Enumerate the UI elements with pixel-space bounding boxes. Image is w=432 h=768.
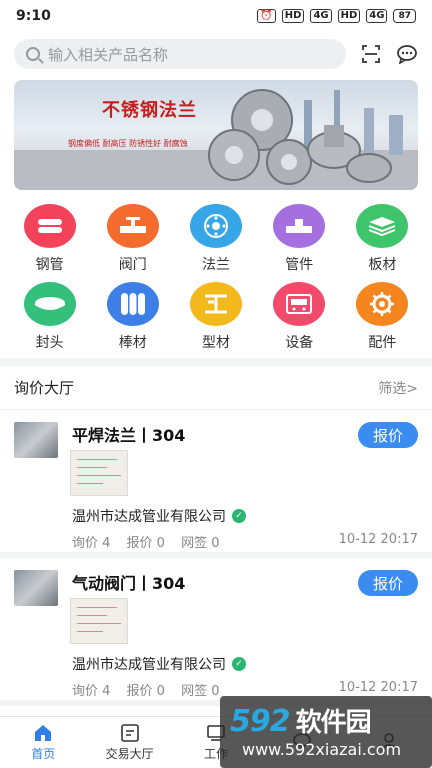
category-item[interactable]: 法兰	[174, 202, 257, 280]
company-name: 温州市达成管业有限公司	[72, 657, 226, 673]
status-icons: ⏰ HD 4G HD 4G 87	[257, 9, 416, 23]
inquiry-section: 询价大厅 筛选> 平焊法兰丨304 报价 温州市达成管业有限公司 ✓ 询价 4 …	[0, 366, 432, 716]
equipment-icon	[273, 282, 326, 326]
product-thumbnail	[14, 570, 58, 606]
product-thumbnail	[14, 422, 58, 458]
category-label: 管件	[285, 257, 314, 273]
category-item[interactable]: 钢管	[8, 202, 91, 280]
category-item[interactable]: 板材	[341, 202, 424, 280]
banner-title: 不锈钢法兰	[102, 100, 197, 121]
trade-icon	[120, 723, 139, 742]
quote-button[interactable]: 报价	[358, 422, 418, 448]
category-label: 型材	[201, 335, 230, 351]
category-label: 封头	[35, 335, 64, 351]
banner-art	[14, 89, 418, 190]
head-icon	[23, 282, 76, 326]
card-title: 平焊法兰丨304	[72, 426, 186, 445]
card-meta: 询价 4 报价 0 网签 0 10-12 20:17	[72, 532, 418, 551]
category-label: 钢管	[35, 257, 64, 273]
verified-icon: ✓	[232, 509, 246, 523]
inquiry-count: 询价 4	[72, 684, 111, 699]
company-row: 温州市达成管业有限公司 ✓	[72, 506, 246, 526]
search-icon	[26, 47, 40, 61]
category-item[interactable]: 型材	[174, 280, 257, 358]
alarm-icon: ⏰	[257, 9, 276, 23]
company-name: 温州市达成管业有限公司	[72, 509, 226, 525]
bar-icon	[106, 282, 159, 326]
category-label: 板材	[368, 257, 397, 273]
sign-count: 网签 0	[181, 684, 220, 699]
watermark-logo: 592 软件园	[230, 702, 372, 739]
valve-icon	[106, 204, 159, 248]
tab-home[interactable]: 首页	[0, 717, 86, 768]
banner-features: 钢度偏低 耐高压 防锈性好 耐腐蚀	[68, 139, 188, 148]
card-title: 气动阀门丨304	[72, 574, 186, 593]
category-item[interactable]: 棒材	[91, 280, 174, 358]
chat-icon[interactable]	[396, 43, 418, 65]
fitting-icon	[273, 204, 326, 248]
category-label: 棒材	[118, 335, 147, 351]
inquiry-document-image[interactable]	[70, 450, 128, 496]
verified-icon: ✓	[232, 657, 246, 671]
inquiry-card[interactable]: 气动阀门丨304 报价 温州市达成管业有限公司 ✓ 询价 4 报价 0 网签 0…	[0, 558, 432, 706]
category-item[interactable]: 配件	[341, 280, 424, 358]
home-icon	[35, 724, 52, 741]
search-placeholder: 输入相关产品名称	[48, 45, 169, 64]
flange-icon	[189, 204, 242, 248]
status-time: 9:10	[16, 8, 51, 24]
watermark-url: www.592xiazai.com	[242, 740, 402, 759]
category-item[interactable]: 设备	[258, 280, 341, 358]
sign-count: 网签 0	[181, 536, 220, 551]
inquiry-count: 询价 4	[72, 536, 111, 551]
top-bar: 输入相关产品名称	[0, 32, 432, 76]
inquiry-document-image[interactable]	[70, 598, 128, 644]
company-row: 温州市达成管业有限公司 ✓	[72, 654, 246, 674]
category-grid: 钢管 阀门 法兰 管件 板材 封头 棒材 型材 设备 配件	[0, 198, 432, 358]
watermark-overlay: 592 软件园 www.592xiazai.com	[220, 696, 432, 768]
tab-trade[interactable]: 交易大厅	[86, 717, 172, 768]
profile-icon	[189, 282, 242, 326]
category-label: 阀门	[118, 257, 147, 273]
card-date: 10-12 20:17	[338, 532, 418, 547]
quote-count: 报价 0	[126, 684, 165, 699]
battery-icon: 87	[393, 9, 416, 23]
category-item[interactable]: 阀门	[91, 202, 174, 280]
plate-icon	[356, 204, 409, 248]
hd-badge-2: HD	[337, 9, 361, 23]
gear-icon	[356, 282, 409, 326]
tab-label: 交易大厅	[105, 746, 154, 761]
inquiry-card[interactable]: 平焊法兰丨304 报价 温州市达成管业有限公司 ✓ 询价 4 报价 0 网签 0…	[0, 410, 432, 558]
category-label: 法兰	[201, 257, 230, 273]
watermark-logo-number: 592	[230, 704, 291, 739]
quote-count: 报价 0	[126, 536, 165, 551]
watermark-logo-text: 软件园	[295, 708, 372, 738]
hd-badge-1: HD	[281, 9, 305, 23]
filter-button[interactable]: 筛选>	[378, 378, 418, 398]
inquiry-header: 询价大厅 筛选>	[0, 366, 432, 410]
category-item[interactable]: 封头	[8, 280, 91, 358]
search-input[interactable]: 输入相关产品名称	[14, 39, 346, 69]
scan-icon[interactable]	[360, 43, 382, 65]
tab-label: 首页	[31, 746, 56, 761]
signal-2: 4G	[366, 9, 388, 23]
quote-button[interactable]: 报价	[358, 570, 418, 596]
pipe-icon	[23, 204, 76, 248]
category-item[interactable]: 管件	[258, 202, 341, 280]
promo-banner[interactable]: 不锈钢法兰 钢度偏低 耐高压 防锈性好 耐腐蚀	[14, 80, 418, 190]
status-bar: 9:10 ⏰ HD 4G HD 4G 87	[0, 0, 432, 32]
banner-container: 不锈钢法兰 钢度偏低 耐高压 防锈性好 耐腐蚀	[0, 76, 432, 198]
inquiry-title: 询价大厅	[14, 379, 75, 397]
category-label: 设备	[285, 335, 314, 351]
category-label: 配件	[368, 335, 397, 351]
signal-1: 4G	[310, 9, 332, 23]
